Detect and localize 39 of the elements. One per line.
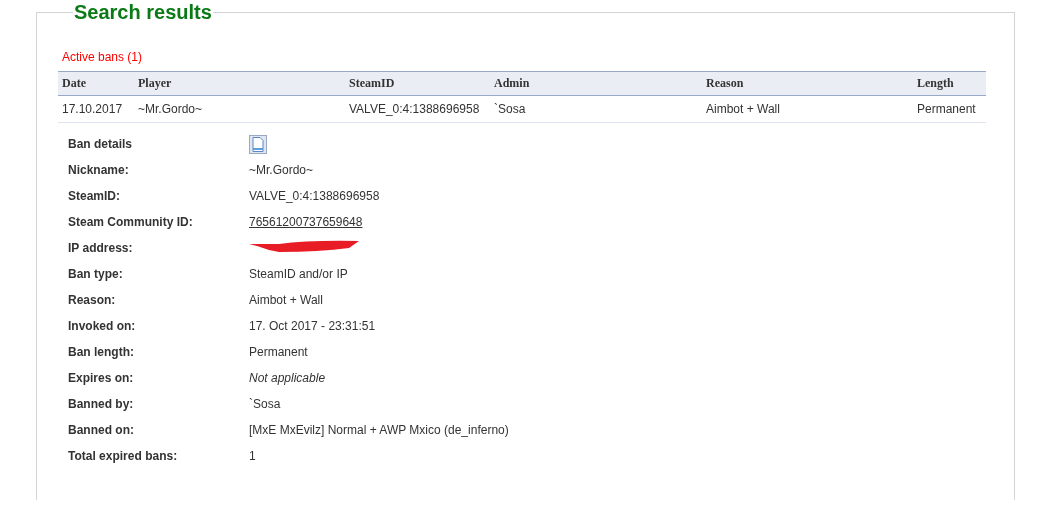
detail-label: Reason: bbox=[68, 293, 117, 307]
detail-value: 1 bbox=[249, 449, 256, 463]
community-id-link[interactable]: 76561200737659648 bbox=[249, 215, 363, 229]
table-cell: ~Mr.Gordo~ bbox=[134, 95, 345, 123]
detail-label: Invoked on: bbox=[68, 319, 137, 333]
detail-value: Not applicable bbox=[249, 371, 326, 385]
section-heading: Active bans (1) bbox=[62, 50, 144, 64]
column-header: SteamID bbox=[345, 71, 490, 96]
detail-value: 17. Oct 2017 - 23:31:51 bbox=[249, 319, 376, 333]
detail-value: `Sosa bbox=[249, 397, 281, 411]
table-cell: `Sosa bbox=[490, 95, 702, 123]
document-icon[interactable] bbox=[249, 134, 267, 154]
detail-value: ~Mr.Gordo~ bbox=[249, 163, 314, 177]
column-header: Reason bbox=[702, 71, 913, 96]
column-header: Date bbox=[58, 71, 134, 96]
table-cell: VALVE_0:4:1388696958 bbox=[345, 95, 490, 123]
detail-value: SteamID and/or IP bbox=[249, 267, 348, 281]
detail-label: Expires on: bbox=[68, 371, 135, 385]
table-cell: Permanent bbox=[913, 95, 986, 123]
column-header: Player bbox=[134, 71, 345, 96]
detail-label: Ban type: bbox=[68, 267, 124, 281]
table-cell: Aimbot + Wall bbox=[702, 95, 913, 123]
column-header: Admin bbox=[490, 71, 702, 96]
detail-value: Permanent bbox=[249, 345, 308, 359]
detail-label: Nickname: bbox=[68, 163, 130, 177]
detail-label: Banned by: bbox=[68, 397, 135, 411]
detail-value: Aimbot + Wall bbox=[249, 293, 323, 307]
panel-title: Search results bbox=[73, 0, 213, 24]
detail-label: Ban length: bbox=[68, 345, 135, 359]
detail-value: VALVE_0:4:1388696958 bbox=[249, 189, 380, 203]
detail-label: Ban details bbox=[68, 137, 134, 151]
detail-label: IP address: bbox=[68, 241, 134, 255]
detail-label: Banned on: bbox=[68, 423, 135, 437]
table-cell: 17.10.2017 bbox=[58, 95, 134, 123]
detail-label: SteamID: bbox=[68, 189, 121, 203]
detail-value: [MxE MxEvilz] Normal + AWP Mxico (de_inferno) bbox=[249, 423, 509, 437]
detail-label: Total expired bans: bbox=[68, 449, 179, 463]
column-header: Length bbox=[913, 71, 986, 96]
detail-label: Steam Community ID: bbox=[68, 215, 194, 229]
